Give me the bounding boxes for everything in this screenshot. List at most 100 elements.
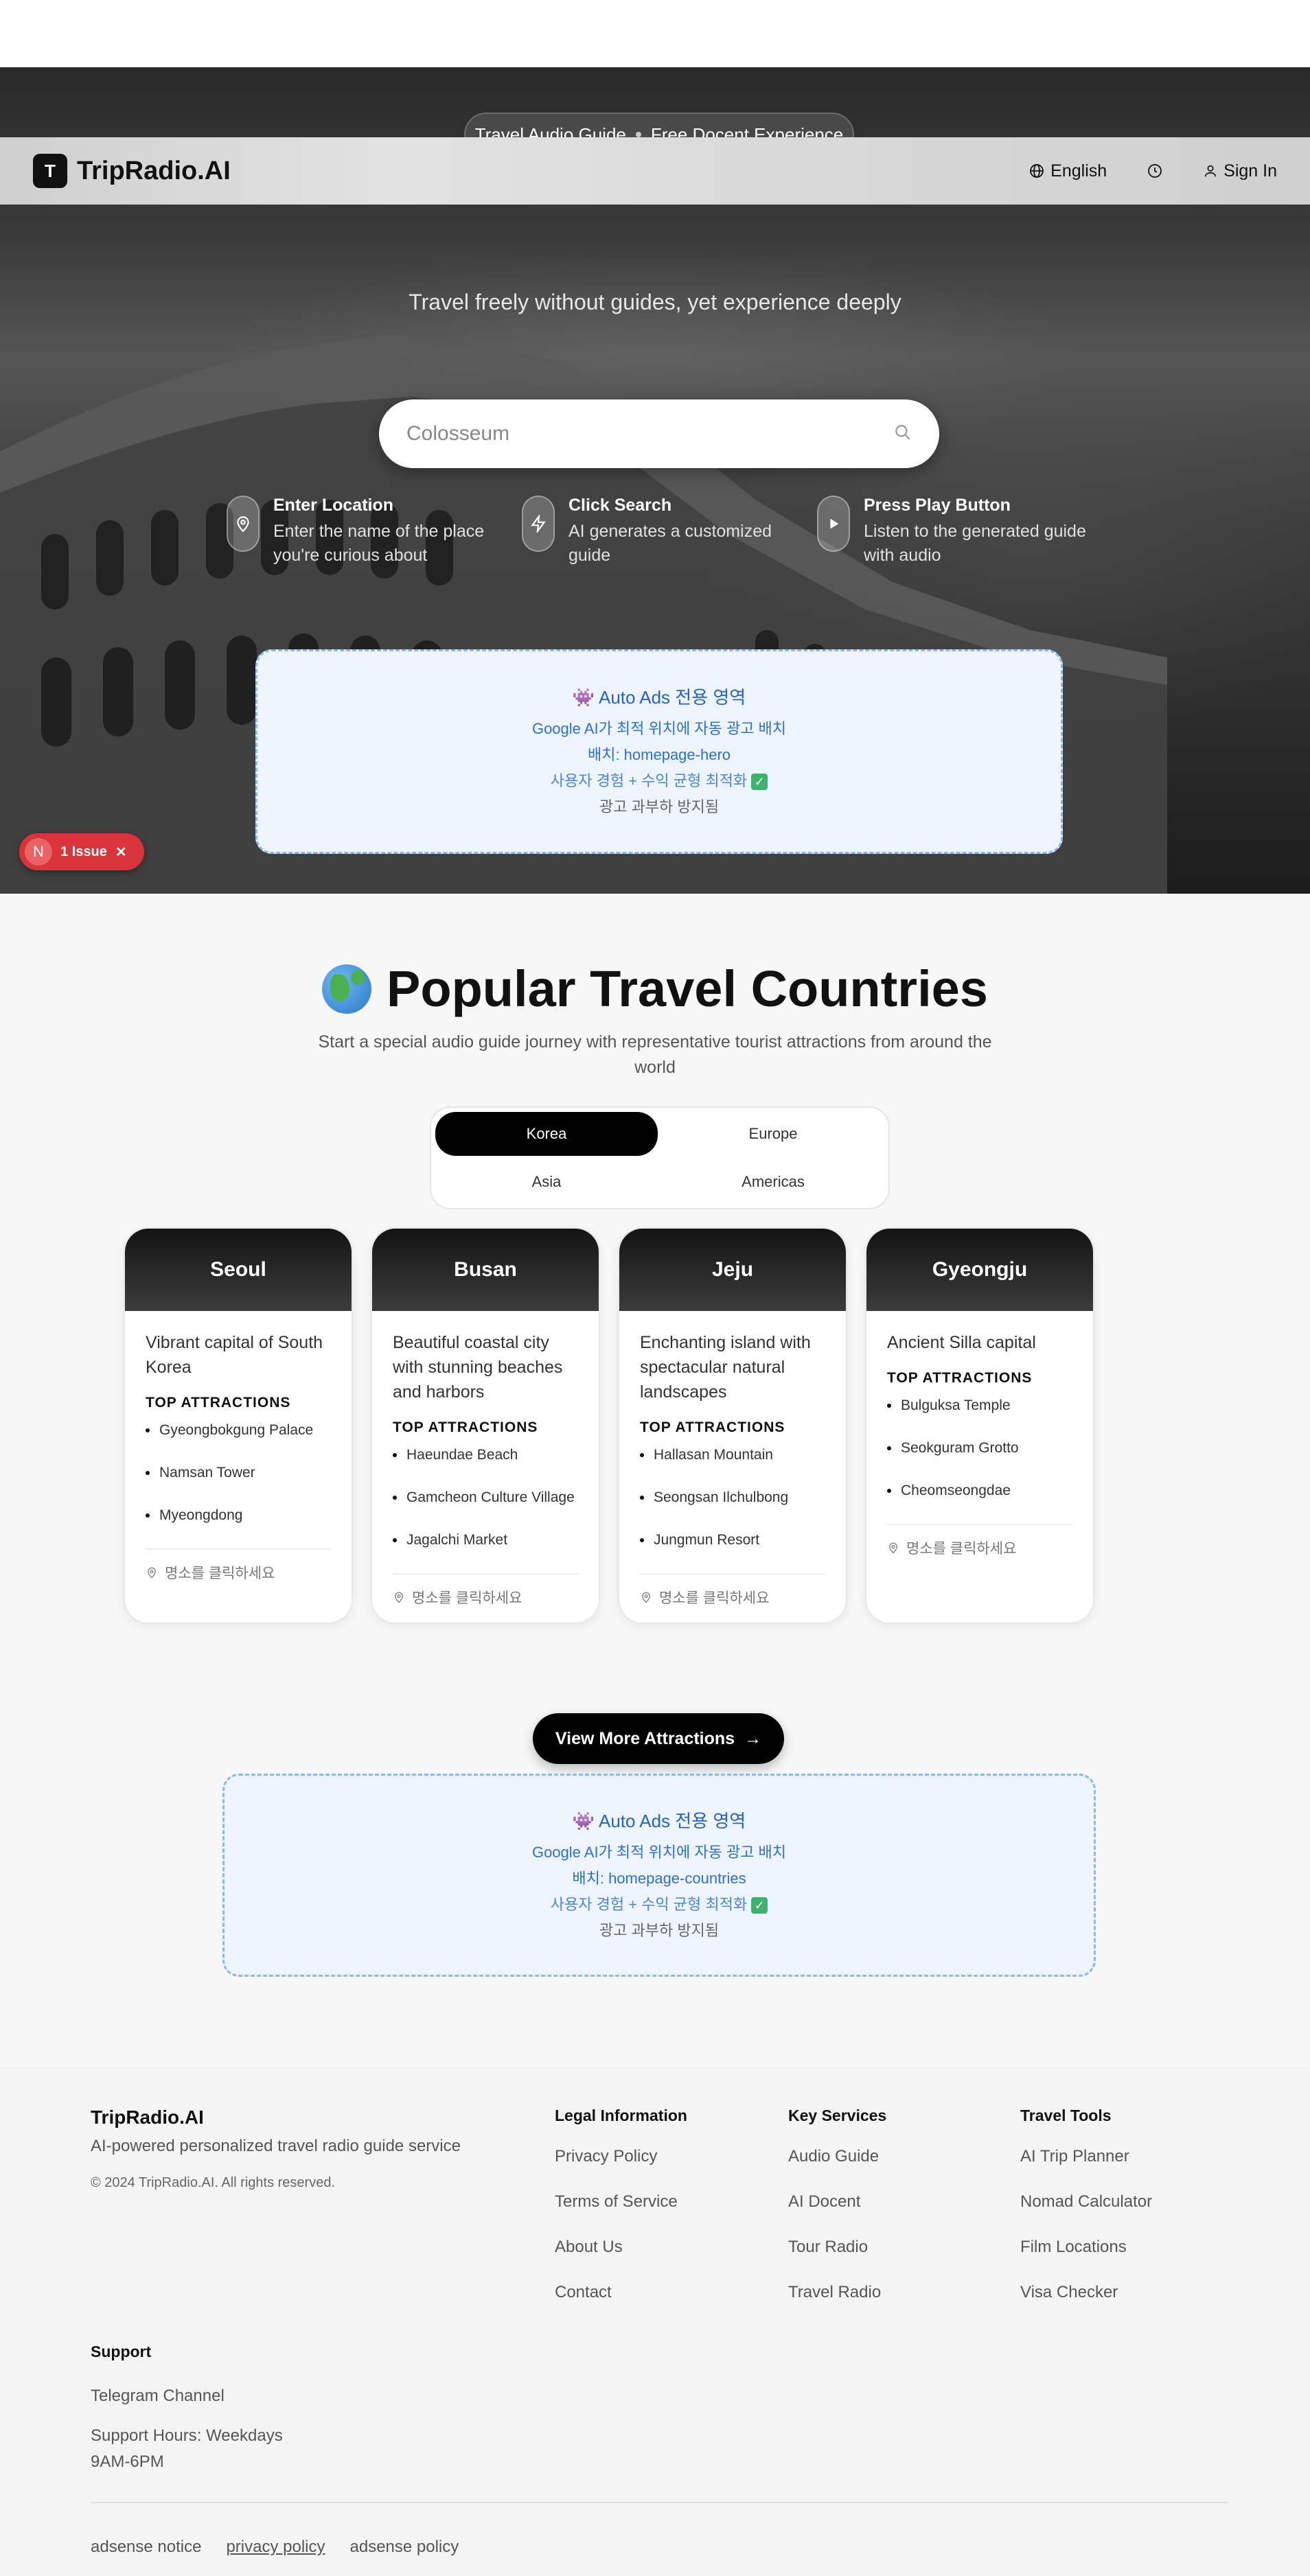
play-icon [817,496,850,552]
attraction-item[interactable]: Jagalchi Market [393,1531,578,1550]
section-subtitle: Start a special audio guide journey with… [318,1032,992,1077]
attraction-item[interactable]: Namsan Tower [146,1463,331,1483]
footer-link-nomad-calculator[interactable]: Nomad Calculator [1020,2192,1152,2212]
language-label: English [1050,161,1107,181]
attraction-item[interactable]: Cheomseongdae [887,1481,1072,1500]
bullet-icon [640,1538,644,1542]
step-description: Listen to the generated guide with audio [864,522,1086,565]
footer-link-about[interactable]: About Us [555,2238,687,2257]
city-name[interactable]: Seoul [125,1229,352,1311]
map-pin-icon [888,1542,898,1554]
attraction-item[interactable]: Haeundae Beach [393,1446,578,1465]
map-pin-icon [394,1592,404,1603]
logo-text[interactable]: TripRadio.AI [77,156,231,186]
telegram-channel-link[interactable]: Telegram Channel [91,2383,283,2409]
footer-link-trip-planner[interactable]: AI Trip Planner [1020,2147,1152,2166]
city-name[interactable]: Busan [372,1229,599,1311]
city-description: Ancient Silla capital [887,1333,1036,1352]
card-footer-hint: 명소를 클릭하세요 [887,1524,1072,1558]
ad-title: 👾 Auto Ads 전용 영역 [572,1810,746,1831]
attraction-label: Bulguksa Temple [901,1397,1011,1413]
footer-brand: TripRadio.AI [91,2107,204,2128]
bullet-icon [146,1513,150,1518]
footer-link-tour-radio[interactable]: Tour Radio [788,2238,886,2257]
tab-asia[interactable]: Asia [435,1160,658,1204]
language-selector[interactable]: English [1029,161,1107,181]
attraction-label: Hallasan Mountain [654,1447,773,1463]
footer-description: AI-powered personalized travel radio gui… [91,2137,461,2155]
search-icon[interactable] [894,423,912,445]
site-footer: TripRadio.AI AI-powered personalized tra… [0,2067,1310,2576]
attraction-label: Seokguram Grotto [901,1440,1019,1456]
history-button[interactable] [1147,163,1163,179]
attraction-item[interactable]: Bulguksa Temple [887,1396,1072,1415]
bullet-icon [146,1471,150,1475]
privacy-policy-link[interactable]: privacy policy [226,2538,325,2557]
step-description: AI generates a customized guide [568,522,772,565]
logo-icon[interactable]: T [33,154,67,188]
issue-badge[interactable]: N 1 Issue ✕ [19,833,144,870]
bullet-icon [640,1496,644,1500]
footer-column-title: Travel Tools [1020,2107,1112,2124]
attraction-item[interactable]: Seongsan Ilchulbong [640,1488,825,1507]
city-card-jeju[interactable]: Jeju Enchanting island with spectacular … [618,1227,847,1624]
sign-in-button[interactable]: Sign In [1203,161,1277,181]
bullet-icon [393,1538,397,1542]
ad-title: 👾 Auto Ads 전용 영역 [572,686,746,708]
footer-link-audio-guide[interactable]: Audio Guide [788,2147,886,2166]
attraction-item[interactable]: Gyeongbokgung Palace [146,1421,331,1440]
view-more-attractions-button[interactable]: View More Attractions → [533,1713,784,1764]
bullet-icon [887,1404,891,1408]
city-description: Beautiful coastal city with stunning bea… [393,1333,563,1402]
ad-line-text: 사용자 경험 + 수익 균형 최적화 [550,1895,748,1913]
city-description: Vibrant capital of South Korea [146,1333,323,1377]
bullet-icon [146,1428,150,1432]
close-icon[interactable]: ✕ [115,844,127,861]
footer-link-travel-radio[interactable]: Travel Radio [788,2283,886,2302]
map-pin-icon [641,1592,651,1603]
attractions-label: TOP ATTRACTIONS [640,1419,785,1435]
support-hours-time: 9AM-6PM [91,2452,164,2471]
footer-link-film-locations[interactable]: Film Locations [1020,2238,1152,2257]
search-bar[interactable] [379,399,939,468]
sign-in-label: Sign In [1223,161,1277,181]
check-icon: ✓ [751,1896,768,1914]
attraction-item[interactable]: Gamcheon Culture Village [393,1488,578,1507]
city-card-seoul[interactable]: Seoul Vibrant capital of South Korea TOP… [124,1227,353,1624]
search-input[interactable] [406,422,894,445]
button-label: View More Attractions [555,1728,735,1748]
adsense-policy-link[interactable]: adsense policy [350,2538,459,2557]
footer-column-title: Support [91,2343,152,2360]
city-name[interactable]: Jeju [619,1229,846,1311]
tab-europe[interactable]: Europe [662,1112,884,1156]
attraction-item[interactable]: Myeongdong [146,1506,331,1525]
attraction-item[interactable]: Seokguram Grotto [887,1439,1072,1458]
city-card-busan[interactable]: Busan Beautiful coastal city with stunni… [371,1227,600,1624]
lightning-icon [522,496,555,552]
click-hint: 명소를 클릭하세요 [165,1566,275,1581]
step-title: Press Play Button [864,496,1011,515]
attraction-label: Gyeongbokgung Palace [159,1422,314,1438]
ad-line: Google AI가 최적 위치에 자동 광고 배치 [531,1843,787,1861]
ad-line: 사용자 경험 + 수익 균형 최적화 ✓ [551,768,768,794]
attraction-item[interactable]: Jungmun Resort [640,1531,825,1550]
footer-link-privacy-policy[interactable]: Privacy Policy [555,2147,687,2166]
step-description: Enter the name of the place you're curio… [273,522,485,565]
issue-logo-icon: N [25,838,52,866]
tab-korea[interactable]: Korea [435,1112,658,1156]
attraction-item[interactable]: Hallasan Mountain [640,1446,825,1465]
city-name[interactable]: Gyeongju [866,1229,1093,1311]
bullet-icon [640,1453,644,1457]
attraction-label: Gamcheon Culture Village [406,1489,575,1505]
attraction-label: Jagalchi Market [406,1532,508,1548]
footer-link-visa-checker[interactable]: Visa Checker [1020,2283,1152,2302]
footer-link-terms[interactable]: Terms of Service [555,2192,687,2212]
attraction-label: Cheomseongdae [901,1483,1011,1498]
adsense-notice-link[interactable]: adsense notice [91,2538,201,2557]
footer-link-ai-docent[interactable]: AI Docent [788,2192,886,2212]
city-card-gyeongju[interactable]: Gyeongju Ancient Silla capital TOP ATTRA… [865,1227,1094,1624]
tab-americas[interactable]: Americas [662,1160,884,1204]
footer-divider [91,2502,1228,2503]
footer-link-contact[interactable]: Contact [555,2283,687,2302]
click-hint: 명소를 클릭하세요 [412,1590,522,1606]
